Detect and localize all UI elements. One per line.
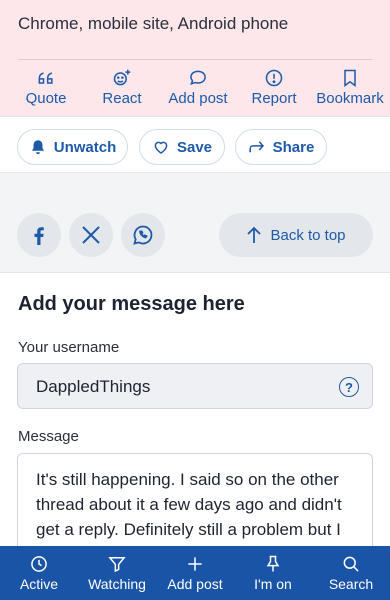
filter-icon (108, 557, 126, 573)
save-label: Save (176, 138, 213, 156)
save-button[interactable]: Save (139, 129, 225, 165)
username-label: Your username (18, 339, 120, 356)
whatsapp-icon (133, 225, 153, 245)
whatsapp-share-button[interactable] (121, 213, 165, 257)
nav-add-post[interactable]: Add post (157, 554, 233, 592)
username-field[interactable]: DappledThings ? (17, 363, 373, 409)
nav-add-post-label: Add post (167, 576, 223, 592)
plus-icon (188, 557, 202, 571)
arrow-up-icon (247, 226, 262, 243)
help-icon[interactable]: ? (339, 377, 359, 397)
bookmark-label: Bookmark (316, 90, 384, 107)
reply-title: Add your message here (18, 293, 245, 315)
add-post-button[interactable]: Add post (162, 68, 234, 107)
clock-icon (31, 556, 47, 572)
quote-label: Quote (25, 90, 67, 107)
react-button[interactable]: React (86, 68, 158, 107)
x-share-button[interactable] (69, 213, 113, 257)
back-to-top-button[interactable]: Back to top (219, 213, 373, 257)
nav-im-on[interactable]: I'm on (235, 554, 311, 592)
post-body-text: Chrome, mobile site, Android phone (18, 14, 289, 33)
bell-icon (31, 140, 44, 155)
share-label: Share (272, 138, 315, 156)
pin-icon (266, 555, 280, 572)
username-value: DappledThings (36, 377, 151, 396)
unwatch-button[interactable]: Unwatch (17, 129, 128, 165)
nav-active[interactable]: Active (1, 554, 77, 592)
add-post-label: Add post (168, 90, 228, 107)
post-section: Chrome, mobile site, Android phone Quote… (0, 0, 390, 116)
thread-actions: Unwatch Save Share (0, 116, 390, 172)
post-divider (18, 59, 372, 60)
react-label: React (102, 90, 142, 107)
post-actions: Quote React Add post Report Bookmark (10, 68, 386, 107)
bookmark-icon (344, 69, 356, 87)
bottom-nav: Active Watching Add post I'm on Search (0, 546, 390, 600)
report-label: Report (251, 90, 297, 107)
unwatch-label: Unwatch (53, 138, 117, 156)
nav-im-on-label: I'm on (254, 576, 292, 592)
back-to-top-label: Back to top (270, 226, 346, 244)
comment-icon (190, 70, 206, 86)
report-button[interactable]: Report (238, 68, 310, 107)
nav-watching-label: Watching (88, 576, 146, 592)
nav-search[interactable]: Search (313, 554, 389, 592)
share-band: Back to top (0, 172, 390, 272)
bookmark-button[interactable]: Bookmark (314, 68, 386, 107)
quote-icon (38, 72, 53, 84)
quote-button[interactable]: Quote (10, 68, 82, 107)
nav-search-label: Search (328, 576, 374, 592)
search-icon (343, 556, 359, 572)
share-arrow-icon (249, 141, 264, 153)
nav-active-label: Active (19, 576, 59, 592)
facebook-share-button[interactable] (17, 213, 61, 257)
react-icon (113, 69, 131, 86)
report-icon (265, 69, 283, 87)
heart-icon (154, 141, 168, 154)
message-label: Message (18, 428, 79, 445)
facebook-icon (34, 227, 44, 245)
x-icon (82, 226, 100, 244)
nav-watching[interactable]: Watching (79, 554, 155, 592)
share-button[interactable]: Share (235, 129, 327, 165)
